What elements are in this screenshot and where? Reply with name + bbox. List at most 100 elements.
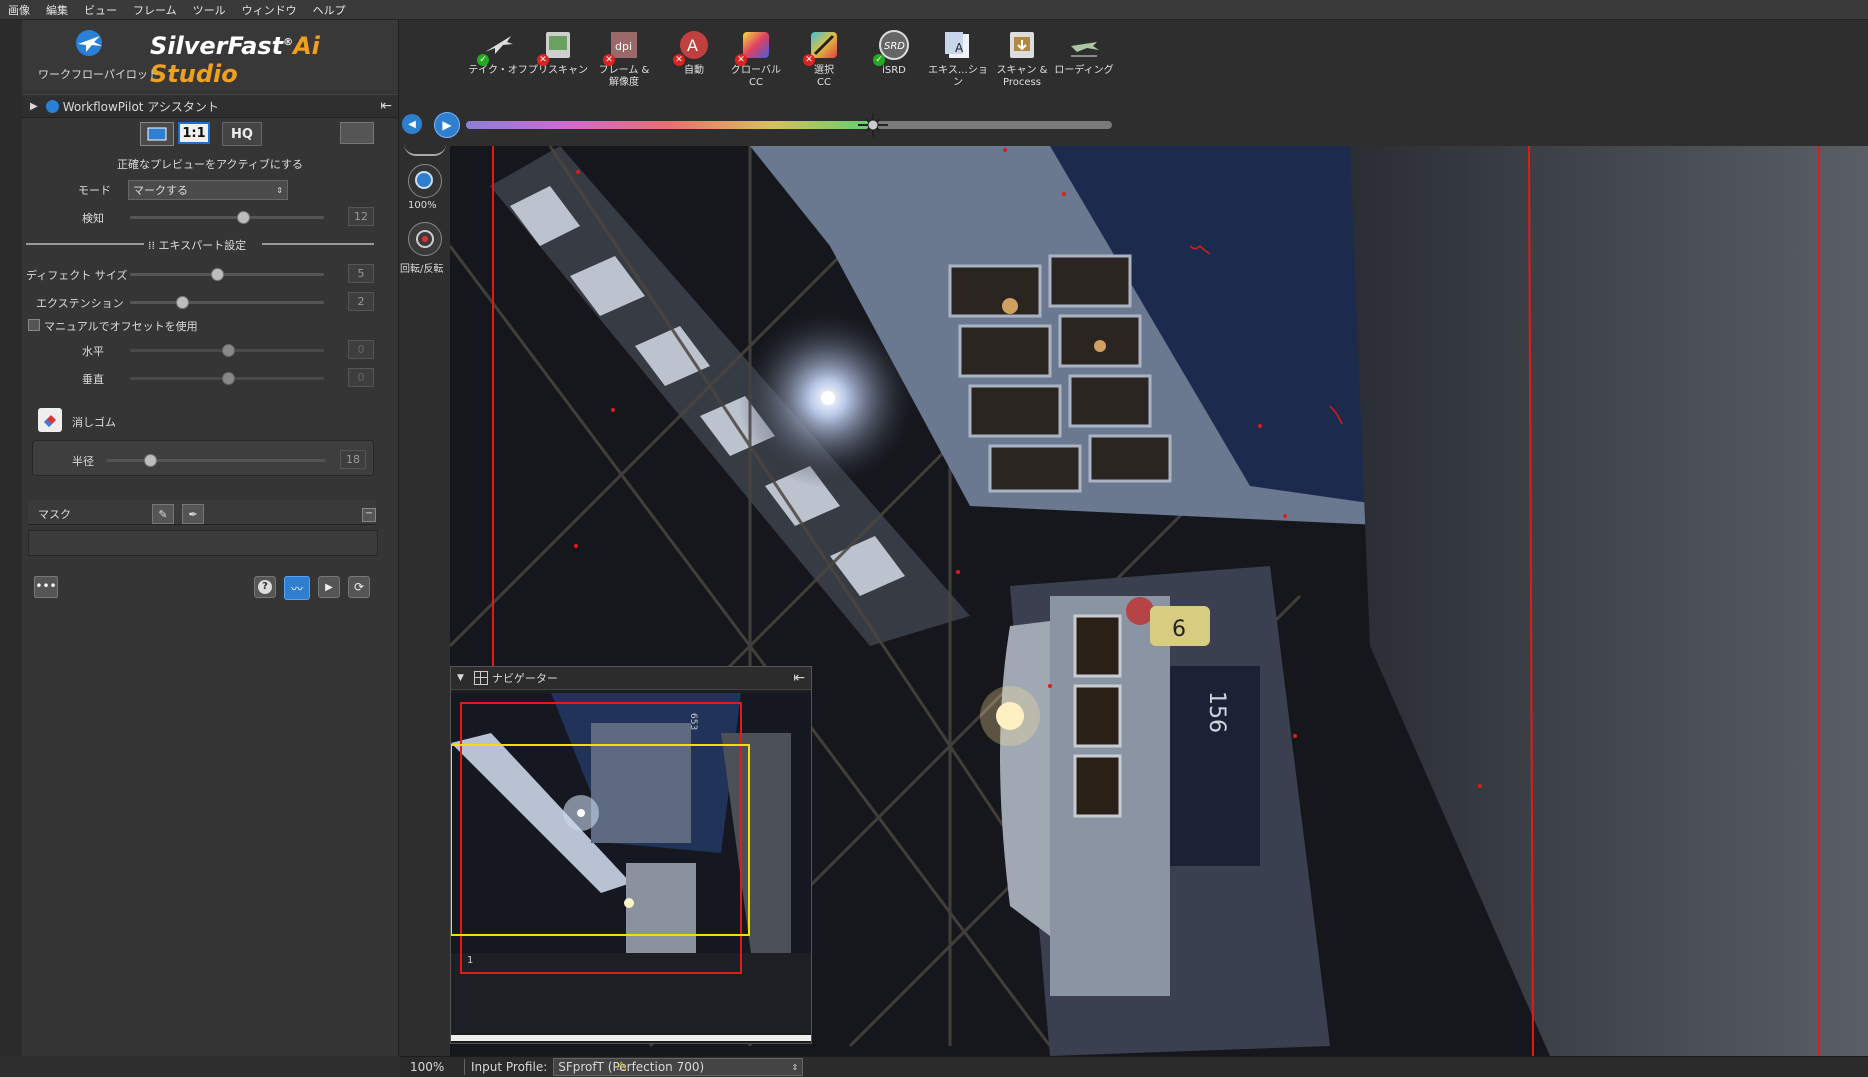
navigator-thumbnail[interactable]: 653 1 [451,693,811,1033]
mask-collapse-button[interactable]: − [362,508,376,522]
mode-select[interactable]: マークする ⇕ [128,180,288,200]
vertical-label: 垂直 [82,373,104,386]
mask-brush-button[interactable]: ✎ [152,504,174,524]
extension-value[interactable]: 2 [348,292,374,311]
toolbar-label: 自動 [684,65,704,76]
navigator-dock-icon[interactable]: ⇤ [793,670,805,686]
manual-offset-label: マニュアルでオフセットを使用 [44,320,198,333]
logo-area: ワークフローパイロット SilverFast®Ai Studio [22,20,398,90]
vertical-slider-knob[interactable] [222,372,235,385]
workflow-assistant-header[interactable]: ▶ WorkflowPilot アシスタント ⇤ [22,94,398,118]
navigator-header[interactable]: ▼ ナビゲーター ⇤ [451,667,811,690]
dock-out-icon[interactable]: ⇤ [380,98,392,114]
toolbar-plane-takeoff-button[interactable]: ✓ テイク・オフ [468,28,528,104]
camera-options-button[interactable] [340,122,374,144]
marks-wave-icon: 〰 [290,581,303,596]
more-options-button[interactable]: ••• [34,576,58,598]
refresh-button[interactable]: ⟳ [348,576,370,598]
zoom-tool-button[interactable] [408,164,442,198]
defect-size-slider[interactable] [130,268,324,281]
menu-view[interactable]: ビュー [76,2,125,18]
refresh-icon: ⟳ [353,580,365,594]
preview-1to1-button[interactable]: 1:1 [178,122,210,144]
mask-pen-icon: ✒ [188,507,198,521]
expert-settings-label[interactable]: ⁞⁞ エキスパート設定 [148,237,246,253]
select-arrows-icon: ⇕ [791,1062,799,1072]
panel-grip-icon[interactable] [404,144,446,156]
toolbar-export-button[interactable]: A エキス…ション [928,28,988,104]
detect-slider[interactable] [130,211,324,224]
toolbar-label: プリスキャン [528,65,588,76]
toolbar-plane-landing-button[interactable]: ローディング [1054,28,1114,104]
grid-icon [473,671,488,685]
expand-triangle-icon[interactable]: ▶ [30,101,38,112]
input-profile-label: Input Profile: [471,1060,548,1074]
show-marks-button[interactable]: 〰 [284,576,310,600]
horizontal-slider[interactable] [130,344,324,357]
eraser-button[interactable] [38,408,62,432]
error-badge-icon: ✕ [603,54,615,66]
radius-slider[interactable] [106,454,326,467]
error-badge-icon: ✕ [673,54,685,66]
mask-list[interactable] [28,530,378,556]
workflow-pilot-label: ワークフローパイロット [38,68,159,81]
frame-left-line[interactable] [492,146,494,686]
detect-label: 検知 [82,212,104,225]
toolbar-prescan-button[interactable]: ✕ プリスキャン [528,28,588,104]
help-button[interactable]: ? [254,576,276,598]
dpi-icon: dpi ✕ [603,28,641,66]
radius-slider-knob[interactable] [144,454,157,467]
workflow-globe-icon [45,99,59,113]
toolbar-global-cc-button[interactable]: ✕ グローバル CC [726,28,786,104]
preview-hq-button[interactable]: HQ [222,122,262,146]
frame-right-line[interactable] [1818,146,1820,1056]
forward-arrow-icon: ▶ [442,118,452,132]
forward-button[interactable]: ▶ [434,112,460,138]
vertical-value[interactable]: 0 [348,368,374,387]
horizontal-slider-knob[interactable] [222,344,235,357]
prescan-icon: ✕ [537,28,575,66]
menu-edit[interactable]: 編集 [38,2,76,18]
defect-size-value[interactable]: 5 [348,264,374,283]
workflow-progress-track[interactable] [466,121,1112,129]
toolbar-label: スキャン & Process [996,65,1048,88]
detect-slider-knob[interactable] [236,211,250,224]
progress-plane-icon[interactable] [856,110,890,140]
rotate-tool-button[interactable] [408,222,442,256]
plane-landing-icon [1067,28,1101,62]
menu-help[interactable]: ヘルプ [305,2,354,18]
workflow-progress-fill [466,121,873,129]
vertical-slider[interactable] [130,372,324,385]
menu-tools[interactable]: ツール [185,2,234,18]
toolbar-dpi-button[interactable]: dpi ✕ フレーム & 解像度 [594,28,654,104]
menubar: 画像 編集 ビュー フレーム ツール ウィンドウ ヘルプ [0,0,1868,20]
horizontal-value[interactable]: 0 [348,340,374,359]
toolbar-auto-button[interactable]: A ✕ 自動 [664,28,724,104]
magnifier-icon [415,171,433,189]
error-badge-icon: ✕ [537,54,549,66]
back-button[interactable]: ◀ [402,114,422,134]
menu-window[interactable]: ウィンドウ [234,2,305,18]
extension-slider[interactable] [130,296,324,309]
preview-normal-button[interactable] [140,122,174,146]
menu-image[interactable]: 画像 [0,2,38,18]
isrd-icon: SRD ✓ [873,28,911,66]
navigator-scrollbar[interactable] [451,1035,811,1041]
status-zoom: 100% [410,1060,445,1074]
collapse-triangle-icon[interactable]: ▼ [457,673,464,683]
mask-pen-button[interactable]: ✒ [182,504,204,524]
detect-value[interactable]: 12 [348,207,374,226]
check-badge-icon: ✓ [477,54,489,66]
toolbar-isrd-button[interactable]: SRD ✓ iSRD [864,28,924,104]
manual-offset-checkbox[interactable] [28,319,40,331]
play-button[interactable]: ▶ [318,576,340,598]
workflow-pilot-icon[interactable] [72,28,106,58]
menu-frame[interactable]: フレーム [125,2,185,18]
brand-logo: SilverFast®Ai Studio [150,32,320,88]
toolbar-scan-process-button[interactable]: スキャン & Process [992,28,1052,104]
radius-value[interactable]: 18 [340,450,366,469]
input-profile-select[interactable]: SFprofT (Perfection 700) ⇕ [553,1058,804,1076]
toolbar-selective-cc-button[interactable]: ✕ 選択 CC [794,28,854,104]
toolbar-label: テイク・オフ [468,65,528,76]
toolbar-label: ローディング [1054,65,1114,76]
